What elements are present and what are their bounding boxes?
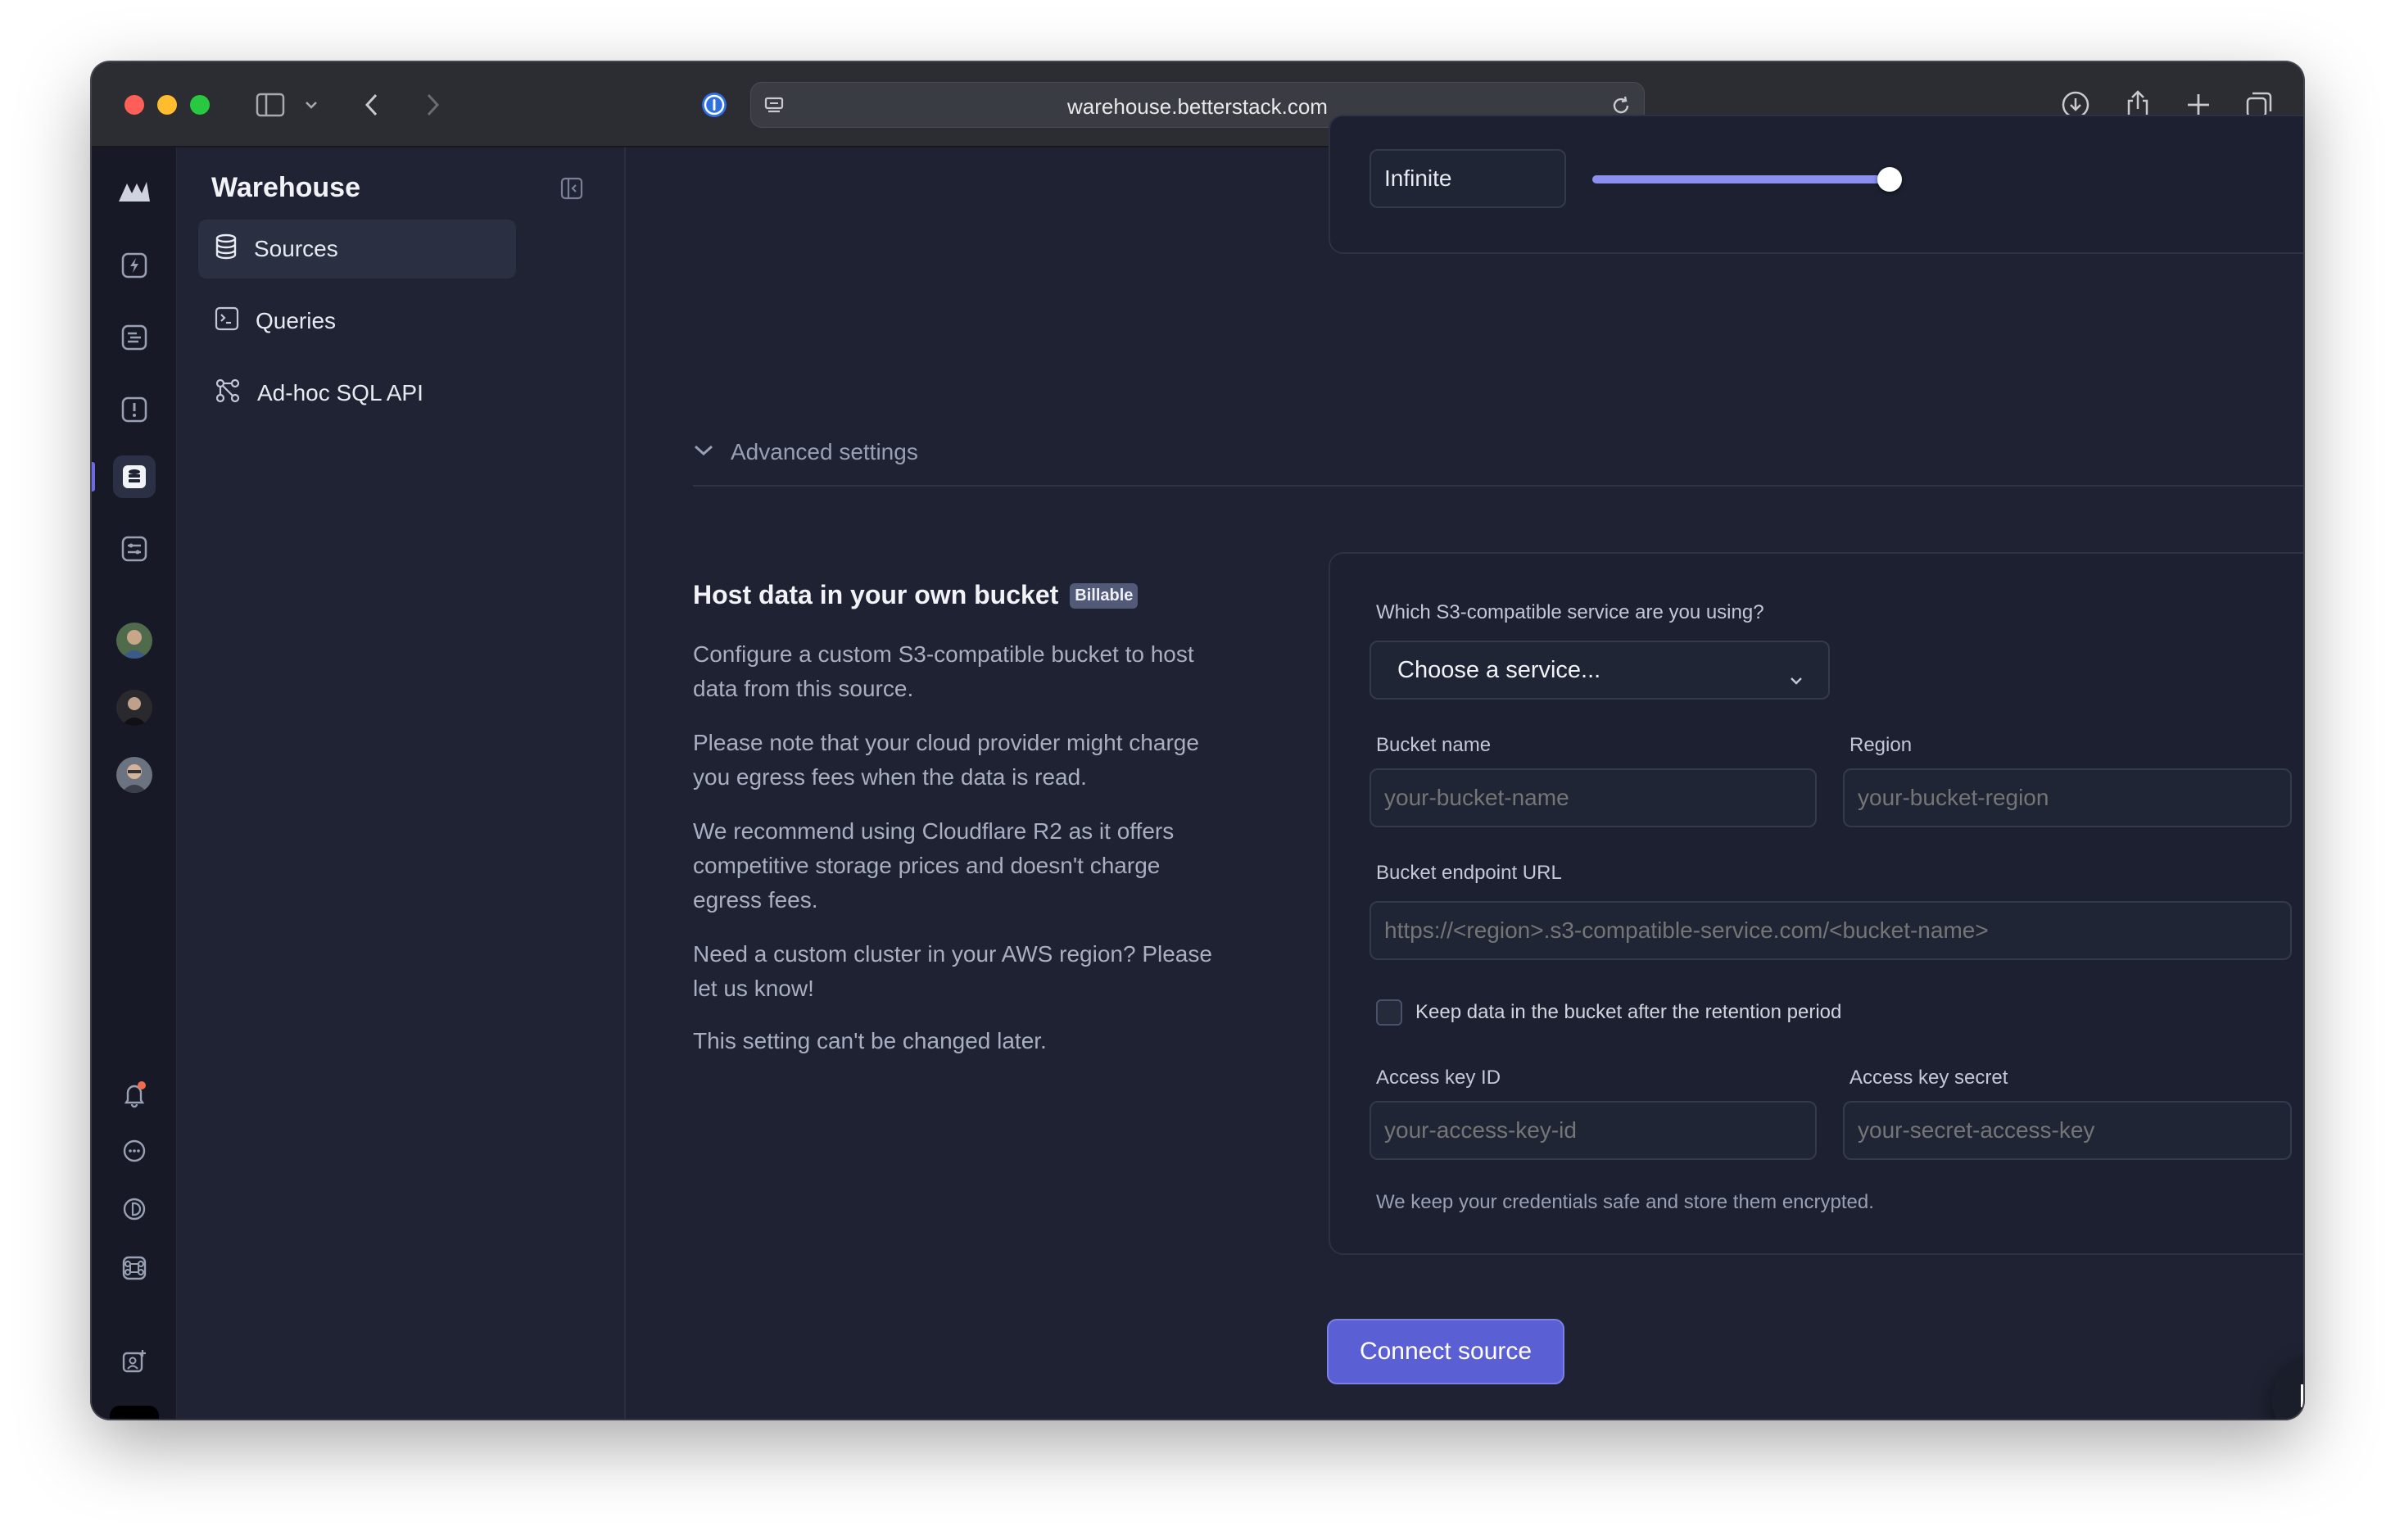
browser-window: warehouse.betterstack.com Warehouse Sour…: [92, 62, 2303, 1419]
incidents-icon[interactable]: [113, 388, 156, 431]
close-window-button[interactable]: [125, 95, 144, 115]
sidebar-item-label: Queries: [256, 308, 337, 333]
access-key-id-label: Access key ID: [1376, 1067, 1501, 1089]
chat-bubble-icon: [2298, 1381, 2303, 1420]
sidebar-item-sources[interactable]: Sources: [198, 220, 516, 279]
password-manager-icon[interactable]: [698, 88, 731, 121]
credentials-note: We keep your credentials safe and store …: [1376, 1191, 1874, 1213]
retention-card: Infinite: [1329, 115, 2303, 254]
notifications-bell-icon[interactable]: [113, 1073, 156, 1116]
api-icon: [215, 378, 241, 410]
command-menu-icon[interactable]: [113, 1247, 156, 1289]
invite-user-icon[interactable]: [113, 1340, 156, 1383]
service-label: Which S3-compatible service are you usin…: [1376, 601, 1764, 623]
bucket-description-4: Need a custom cluster in your AWS region…: [693, 941, 1212, 1001]
app-rail: [92, 147, 177, 1419]
endpoint-label: Bucket endpoint URL: [1376, 862, 1562, 884]
sidebar-item-queries[interactable]: Queries: [198, 292, 516, 351]
sidebar-item-adhoc-sql-api[interactable]: Ad-hoc SQL API: [198, 364, 516, 423]
keep-data-checkbox[interactable]: [1376, 999, 1402, 1026]
sidebar-item-label: Sources: [254, 236, 338, 261]
keep-data-label: Keep data in the bucket after the retent…: [1415, 1001, 1842, 1023]
user-avatar-2[interactable]: [116, 690, 152, 726]
bucket-description-2: Please note that your cloud provider mig…: [693, 730, 1199, 790]
connect-source-button[interactable]: Connect source: [1327, 1319, 1564, 1384]
access-key-secret-label: Access key secret: [1849, 1067, 2008, 1089]
divider: [693, 485, 2303, 487]
advanced-settings-label: Advanced settings: [731, 439, 918, 464]
access-key-secret-input[interactable]: [1843, 1101, 2292, 1160]
endpoint-url-input[interactable]: [1370, 901, 2292, 960]
user-avatar-3[interactable]: [116, 757, 152, 793]
retention-slider-track[interactable]: [1592, 167, 1902, 192]
logs-icon[interactable]: [113, 316, 156, 359]
team-logo-icon[interactable]: [110, 1406, 159, 1419]
chat-icon[interactable]: [113, 1130, 156, 1173]
active-rail-indicator: [92, 462, 95, 491]
sidebar-toggle-icon[interactable]: [252, 88, 288, 121]
collapse-sidebar-icon[interactable]: [560, 177, 583, 204]
service-select-value: Choose a service...: [1397, 656, 1601, 683]
retention-value-input[interactable]: Infinite: [1370, 149, 1566, 208]
zoom-window-button[interactable]: [190, 95, 210, 115]
help-docs-icon[interactable]: [113, 1188, 156, 1230]
bucket-section-title: Host data in your own bucket: [693, 580, 1059, 609]
service-select[interactable]: Choose a service...: [1370, 641, 1830, 700]
main-content: Infinite Advanced settings Host data in …: [626, 115, 2303, 1419]
advanced-settings-toggle[interactable]: Advanced settings: [693, 439, 918, 465]
chevron-down-icon: [693, 444, 714, 461]
terminal-icon: [215, 306, 239, 337]
bucket-name-label: Bucket name: [1376, 734, 1492, 756]
back-icon[interactable]: [355, 88, 388, 121]
region-input[interactable]: [1843, 768, 2292, 827]
region-label: Region: [1849, 734, 1913, 756]
access-key-id-input[interactable]: [1370, 1101, 1817, 1160]
betterstack-logo-icon[interactable]: [113, 169, 156, 211]
forward-icon[interactable]: [416, 88, 449, 121]
support-chat-button[interactable]: [2272, 1357, 2303, 1419]
bucket-name-input[interactable]: [1370, 768, 1817, 827]
user-avatar-1[interactable]: [116, 623, 152, 659]
bucket-section-heading: Host data in your own bucket Billable: [693, 580, 1139, 610]
warehouse-sidebar: Warehouse Sources Queries Ad-hoc SQL API: [177, 147, 626, 1419]
database-icon: [215, 233, 238, 265]
bucket-description-3: We recommend using Cloudflare R2 as it o…: [693, 818, 1175, 913]
minimize-window-button[interactable]: [157, 95, 177, 115]
billable-badge: Billable: [1070, 583, 1139, 609]
retention-slider-fill: [1592, 175, 1890, 183]
uptime-icon[interactable]: [113, 244, 156, 287]
warehouse-icon[interactable]: [113, 455, 156, 498]
retention-slider-handle[interactable]: [1877, 167, 1902, 192]
bucket-form-card: Which S3-compatible service are you usin…: [1329, 552, 2303, 1255]
bucket-description-5: This setting can't be changed later.: [693, 1028, 1047, 1053]
sidebar-item-label: Ad-hoc SQL API: [257, 380, 423, 405]
sidebar-title: Warehouse: [211, 172, 361, 203]
chevron-down-icon: [1789, 665, 1804, 692]
dashboards-icon[interactable]: [113, 528, 156, 570]
chevron-down-icon[interactable]: [301, 88, 321, 121]
bucket-description-1: Configure a custom S3-compatible bucket …: [693, 641, 1194, 701]
